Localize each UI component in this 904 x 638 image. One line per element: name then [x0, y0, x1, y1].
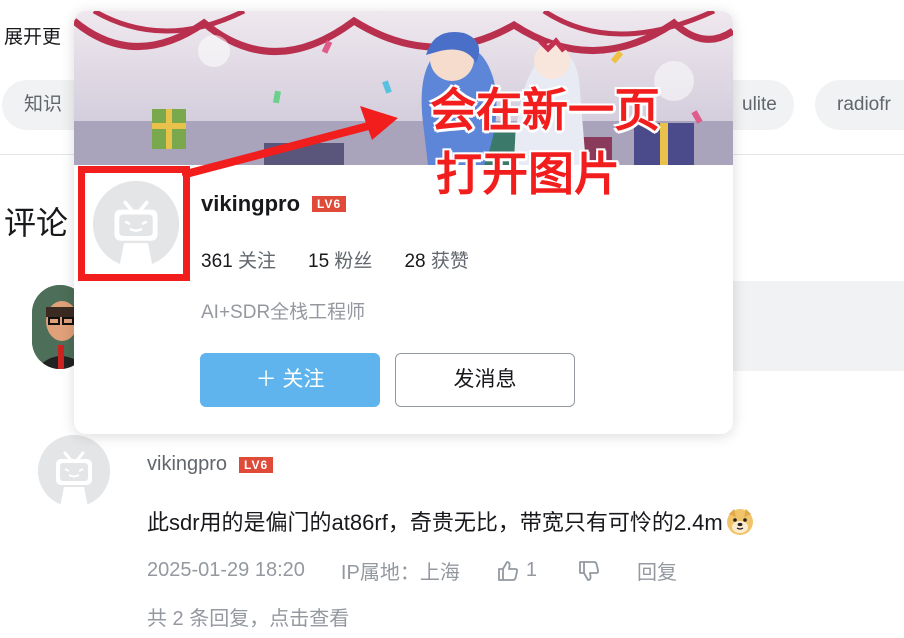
like-button[interactable]: 1 — [496, 559, 537, 583]
card-stats: 361 关注 15 粉丝 28 获赞 — [201, 246, 469, 273]
tag-chip[interactable]: radiofr — [815, 80, 904, 130]
annotation-text: 会在新一页 打开图片 — [430, 78, 730, 206]
bilibili-tv-avatar-icon — [38, 435, 110, 507]
view-replies-link[interactable]: 共 2 条回复，点击查看 — [147, 602, 349, 631]
reply-text: 此sdr用的是偏门的at86rf，奇贵无比，带宽只有可怜的2.4m — [147, 510, 723, 535]
follow-button[interactable]: ＋ 关注 — [200, 353, 380, 407]
reply-username[interactable]: vikingpro — [147, 453, 227, 476]
level-badge: LV6 — [312, 196, 347, 212]
annotation-line-2: 打开图片 — [436, 148, 620, 200]
level-badge: LV6 — [239, 456, 274, 473]
comments-heading: 评论 — [4, 205, 69, 241]
thumbs-down-icon — [579, 560, 599, 581]
card-bio: AI+SDR全栈工程师 — [201, 302, 366, 323]
reply-avatar[interactable] — [38, 435, 110, 507]
followers-stat[interactable]: 15 粉丝 — [308, 246, 372, 273]
likes-stat: 28 获赞 — [404, 251, 469, 272]
send-message-button[interactable]: 发消息 — [395, 353, 575, 407]
reply-ip-location: IP属地：上海 — [340, 562, 460, 584]
reply-time: 2025-01-29 18:20 — [147, 559, 305, 581]
doge-emoji — [726, 509, 753, 535]
annotation-line-1: 会在新一页 — [430, 84, 660, 136]
like-count: 1 — [525, 559, 537, 581]
dislike-button[interactable] — [577, 559, 601, 583]
reply-button[interactable]: 回复 — [637, 556, 677, 585]
reply-content: 此sdr用的是偏门的at86rf，奇贵无比，带宽只有可怜的2.4m — [147, 505, 755, 537]
reply-meta: 2025-01-29 18:20 IP属地：上海 1 回复 — [147, 556, 677, 585]
thumbs-up-icon — [497, 560, 518, 581]
following-stat[interactable]: 361 关注 — [201, 246, 276, 273]
annotation-highlight-box — [78, 166, 190, 281]
reply-user-row: vikingpro LV6 — [147, 453, 274, 476]
expand-more-link[interactable]: 展开更 — [4, 22, 61, 49]
card-user-row: vikingpro LV6 — [201, 191, 347, 217]
card-username[interactable]: vikingpro — [201, 191, 300, 217]
